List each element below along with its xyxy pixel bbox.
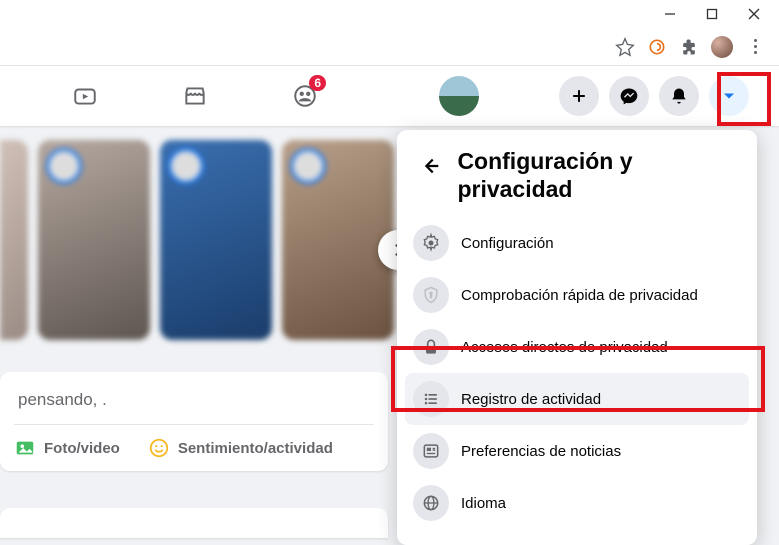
feeling-icon (148, 437, 170, 459)
menu-item-label: Accesos directos de privacidad (461, 339, 668, 356)
groups-badge: 6 (309, 75, 326, 91)
globe-icon (413, 485, 449, 521)
menu-item-label: Comprobación rápida de privacidad (461, 287, 698, 304)
story-avatar-ring (46, 148, 82, 184)
news-icon (413, 433, 449, 469)
panel-title: Configuración y privacidad (457, 148, 741, 203)
shield-check-icon (413, 277, 449, 313)
window-minimize-button[interactable] (663, 7, 677, 21)
profile-avatar[interactable] (439, 76, 479, 116)
stories-row (0, 140, 394, 340)
story-avatar-ring (168, 148, 204, 184)
star-icon[interactable] (615, 37, 635, 57)
menu-item-activity-log[interactable]: Registro de actividad (405, 373, 749, 425)
menu-item-news-preferences[interactable]: Preferencias de noticias (405, 425, 749, 477)
story-card[interactable] (0, 140, 28, 340)
menu-item-label: Idioma (461, 495, 506, 512)
menu-item-language[interactable]: Idioma (405, 477, 749, 529)
nav-groups-tab[interactable]: 6 (280, 71, 330, 121)
browser-profile-avatar[interactable] (711, 36, 733, 58)
messenger-button[interactable] (609, 76, 649, 116)
panel-back-button[interactable] (413, 148, 447, 184)
story-card[interactable] (282, 140, 394, 340)
menu-item-label: Configuración (461, 235, 554, 252)
composer-photo-video-button[interactable]: Foto/video (14, 437, 120, 459)
post-composer: pensando, . Foto/video Sentimiento/activ… (0, 372, 388, 471)
facebook-top-nav: 6 (0, 66, 779, 126)
composer-action-label: Sentimiento/actividad (178, 440, 333, 457)
composer-feeling-button[interactable]: Sentimiento/actividad (148, 437, 333, 459)
story-card[interactable] (38, 140, 150, 340)
menu-item-settings[interactable]: Configuración (405, 217, 749, 269)
composer-action-label: Foto/video (44, 440, 120, 457)
browser-toolbar (0, 28, 779, 66)
window-title-bar (0, 0, 779, 28)
menu-item-label: Registro de actividad (461, 391, 601, 408)
settings-privacy-panel: Configuración y privacidad Configuración… (397, 130, 757, 545)
photo-video-icon (14, 437, 36, 459)
browser-menu-button[interactable] (745, 37, 765, 57)
gear-icon (413, 225, 449, 261)
notifications-button[interactable] (659, 76, 699, 116)
lock-icon (413, 329, 449, 365)
composer-card-fragment (0, 508, 388, 538)
window-maximize-button[interactable] (705, 7, 719, 21)
create-button[interactable] (559, 76, 599, 116)
menu-item-label: Preferencias de noticias (461, 443, 621, 460)
list-icon (413, 381, 449, 417)
window-close-button[interactable] (747, 7, 761, 21)
story-card[interactable] (160, 140, 272, 340)
menu-item-privacy-shortcuts[interactable]: Accesos directos de privacidad (405, 321, 749, 373)
account-menu-button[interactable] (709, 76, 749, 116)
menu-item-privacy-checkup[interactable]: Comprobación rápida de privacidad (405, 269, 749, 321)
extensions-puzzle-icon[interactable] (679, 37, 699, 57)
extension-icon[interactable] (647, 37, 667, 57)
story-avatar-ring (290, 148, 326, 184)
nav-watch-tab[interactable] (60, 71, 110, 121)
nav-marketplace-tab[interactable] (170, 71, 220, 121)
composer-prompt[interactable]: pensando, . (14, 384, 374, 425)
